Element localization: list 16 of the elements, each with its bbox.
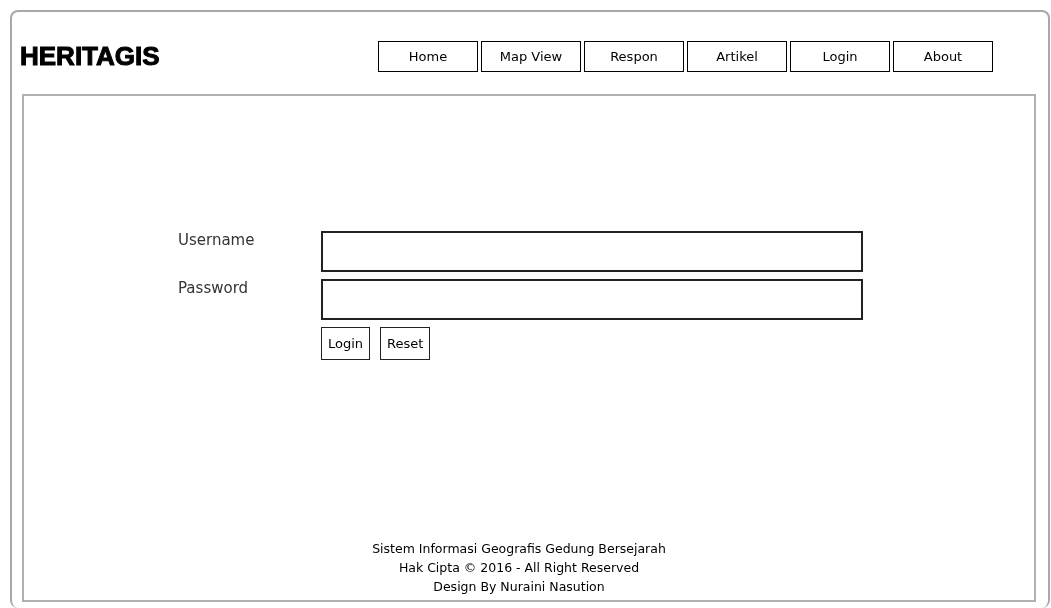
nav-button[interactable]: Artikel [687, 40, 787, 72]
form-button[interactable]: Login [321, 327, 371, 360]
input-field[interactable] [321, 231, 863, 272]
footer-text: Sistem Informasi Geografis Gedung Bersejarah [372, 540, 666, 558]
footer-text: Hak Cipta © 2016 - All Right Reserved [398, 559, 640, 577]
field-label: Password [178, 279, 250, 297]
form-button[interactable]: Reset [380, 327, 431, 360]
nav-button[interactable]: About [893, 40, 993, 72]
input-field[interactable] [321, 279, 863, 320]
nav-button[interactable]: Home [378, 40, 478, 72]
field-label: Username [178, 231, 256, 249]
nav-button[interactable]: Map View [481, 40, 581, 72]
site-title: HERITAGIS [20, 40, 161, 72]
nav-button[interactable]: Respon [584, 40, 684, 72]
nav-button[interactable]: Login [790, 40, 890, 72]
footer-text: Design By Nuraini Nasution [433, 578, 605, 596]
